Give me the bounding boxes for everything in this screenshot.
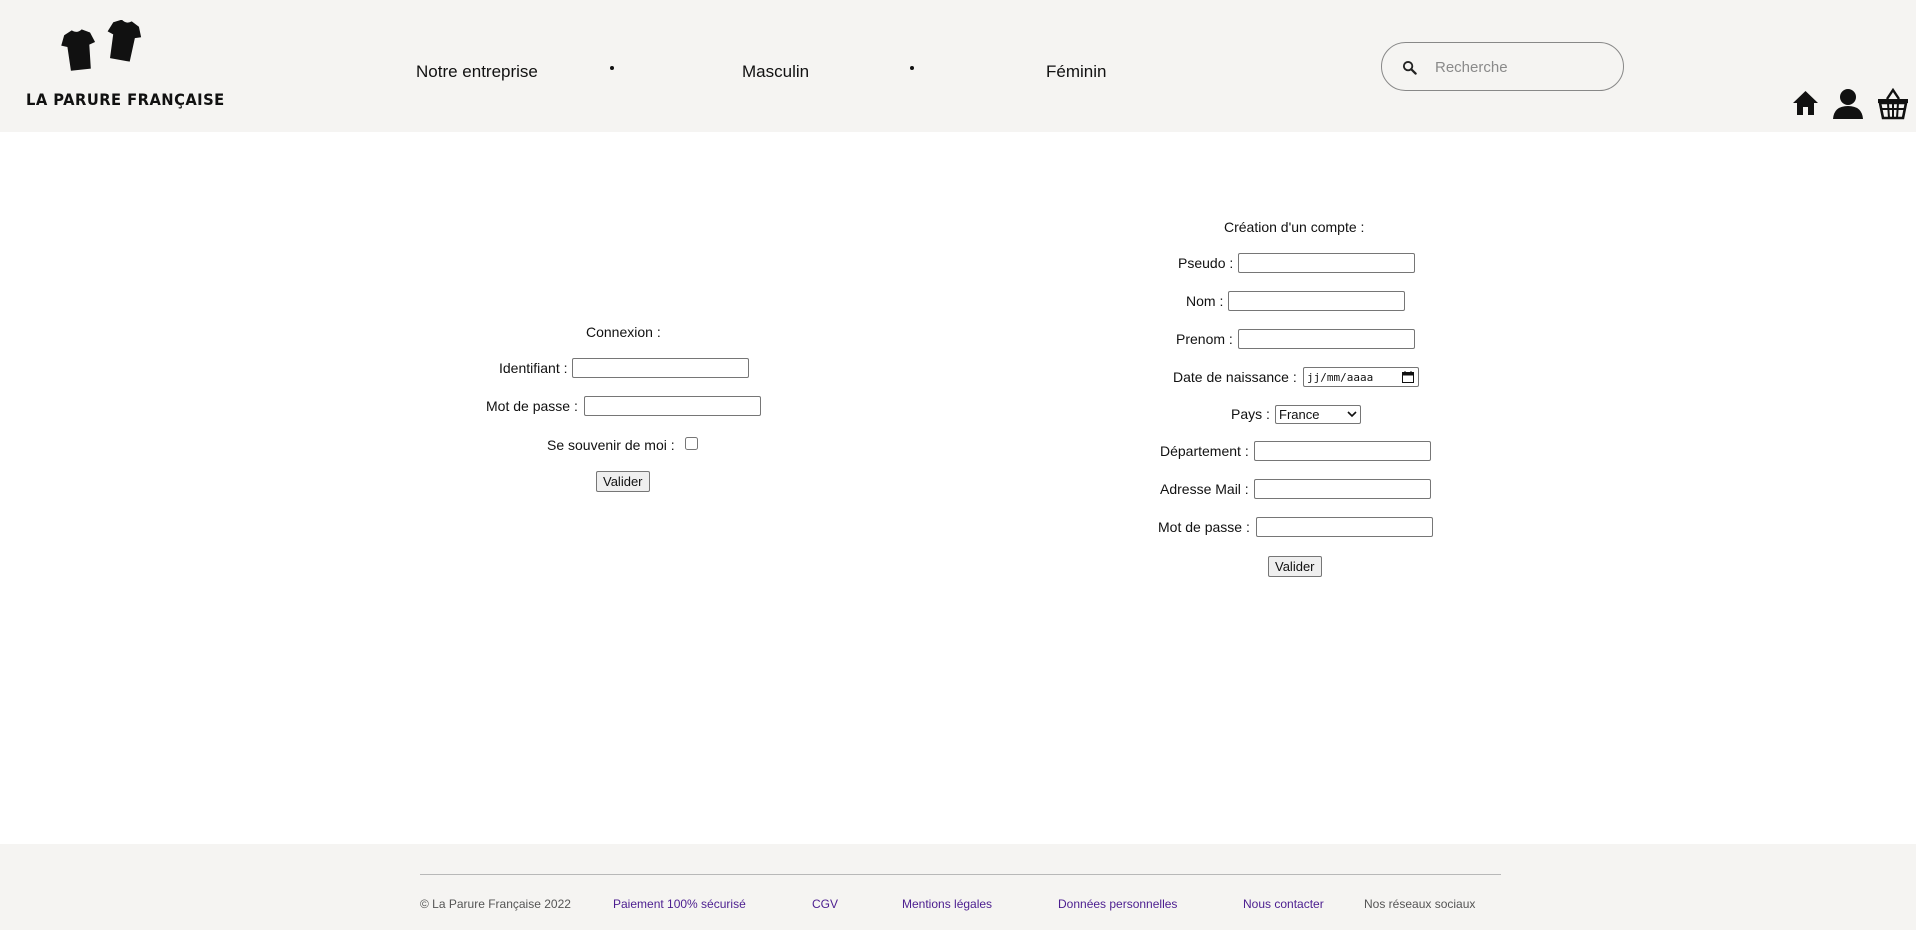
calendar-icon[interactable] — [1402, 371, 1414, 383]
country-select[interactable]: France — [1275, 405, 1361, 424]
birthdate-placeholder: jj/mm/aaaa — [1307, 371, 1374, 384]
logo[interactable]: LA PARURE FRANÇAISE — [26, 20, 225, 116]
footer-link-cgv[interactable]: CGV — [812, 897, 838, 911]
search-bar[interactable] — [1381, 42, 1624, 91]
signup-password-input[interactable] — [1256, 517, 1433, 537]
nav-masculin[interactable]: Masculin — [742, 62, 809, 82]
logo-text: LA PARURE FRANÇAISE — [26, 90, 225, 109]
login-password-label: Mot de passe : — [486, 398, 578, 414]
remember-label: Se souvenir de moi : — [547, 437, 675, 453]
footer-social[interactable]: Nos réseaux sociaux — [1364, 897, 1475, 911]
footer-link-paiement[interactable]: Paiement 100% sécurisé — [613, 897, 746, 911]
search-input[interactable] — [1433, 55, 1607, 79]
prenom-label: Prenom : — [1176, 331, 1233, 347]
email-input[interactable] — [1254, 479, 1431, 499]
login-submit-button[interactable]: Valider — [596, 471, 650, 492]
footer-link-mentions[interactable]: Mentions légales — [902, 897, 992, 911]
home-icon[interactable] — [1792, 90, 1819, 116]
nom-label: Nom : — [1186, 293, 1224, 309]
footer-link-donnees[interactable]: Données personnelles — [1058, 897, 1177, 911]
site-header: LA PARURE FRANÇAISE Notre entreprise Mas… — [0, 0, 1916, 132]
department-label: Département : — [1160, 443, 1249, 459]
chevron-down-icon — [1347, 411, 1357, 418]
pseudo-label: Pseudo : — [1178, 255, 1234, 271]
nav-separator — [610, 66, 614, 70]
country-label: Pays : — [1231, 406, 1270, 422]
site-footer: © La Parure Française 2022 Paiement 100%… — [0, 844, 1916, 930]
search-icon — [1402, 60, 1417, 75]
tshirts-logo-icon — [61, 20, 142, 71]
login-password-input[interactable] — [584, 396, 761, 416]
department-input[interactable] — [1254, 441, 1431, 461]
footer-link-contact[interactable]: Nous contacter — [1243, 897, 1324, 911]
footer-copyright: © La Parure Française 2022 — [420, 897, 571, 911]
nav-notre-entreprise[interactable]: Notre entreprise — [416, 62, 538, 82]
prenom-input[interactable] — [1238, 329, 1415, 349]
user-icon[interactable] — [1832, 88, 1864, 120]
signup-submit-button[interactable]: Valider — [1268, 556, 1322, 577]
login-title: Connexion : — [586, 324, 661, 340]
remember-checkbox[interactable] — [685, 437, 698, 450]
identifier-label: Identifiant : — [499, 360, 568, 376]
country-value: France — [1279, 407, 1320, 422]
signup-title: Création d'un compte : — [1224, 219, 1365, 235]
nom-input[interactable] — [1228, 291, 1405, 311]
nav-feminin[interactable]: Féminin — [1046, 62, 1106, 82]
birthdate-label: Date de naissance : — [1173, 369, 1297, 385]
nav-separator — [910, 66, 914, 70]
basket-icon[interactable] — [1877, 88, 1909, 120]
footer-divider — [420, 874, 1501, 875]
email-label: Adresse Mail : — [1160, 481, 1249, 497]
pseudo-input[interactable] — [1238, 253, 1415, 273]
birthdate-input[interactable]: jj/mm/aaaa — [1303, 367, 1419, 387]
signup-password-label: Mot de passe : — [1158, 519, 1250, 535]
identifier-input[interactable] — [572, 358, 749, 378]
